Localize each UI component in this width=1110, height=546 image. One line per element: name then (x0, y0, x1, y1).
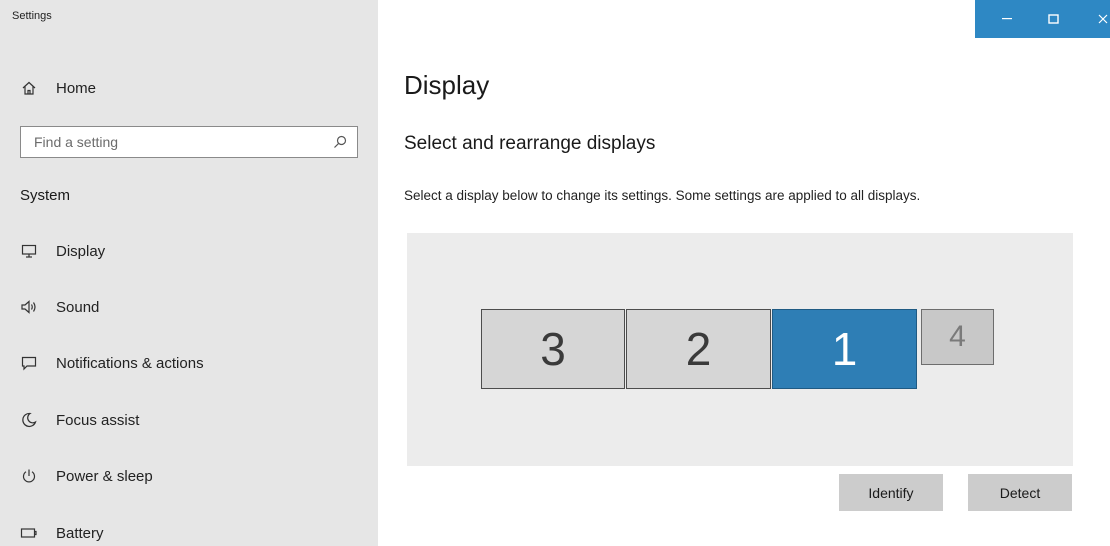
home-label: Home (56, 79, 97, 97)
sidebar-item-notifications[interactable]: Notifications & actions (20, 350, 204, 376)
sidebar-item-label: Power & sleep (56, 467, 153, 485)
sidebar-item-sound[interactable]: Sound (20, 294, 99, 320)
app-title: Settings (12, 10, 52, 22)
identify-button[interactable]: Identify (839, 474, 943, 511)
home-link[interactable]: Home (20, 76, 96, 100)
sidebar-item-battery[interactable]: Battery (20, 520, 104, 546)
description-text: Select a display below to change its set… (404, 188, 921, 203)
sidebar-item-label: Notifications & actions (56, 354, 204, 372)
home-icon (20, 79, 38, 97)
detect-button[interactable]: Detect (968, 474, 1072, 511)
sidebar-item-power-sleep[interactable]: Power & sleep (20, 463, 153, 489)
section-subtitle: Select and rearrange displays (404, 133, 656, 154)
display-3[interactable]: 3 (481, 309, 625, 389)
sidebar-item-focus-assist[interactable]: Focus assist (20, 407, 139, 433)
battery-icon (20, 524, 38, 542)
sidebar-item-label: Battery (56, 524, 104, 542)
display-4[interactable]: 4 (921, 309, 994, 365)
search-icon[interactable] (333, 135, 347, 154)
section-heading-system: System (20, 187, 71, 204)
search-input[interactable] (21, 127, 334, 157)
display-arrangement-area[interactable]: 3 2 1 4 (407, 233, 1073, 466)
sidebar-item-display[interactable]: Display (20, 238, 105, 264)
maximize-button[interactable] (1043, 0, 1063, 38)
moon-icon (20, 411, 38, 429)
close-button[interactable] (1095, 0, 1110, 38)
speaker-icon (20, 298, 38, 316)
sidebar-item-label: Focus assist (56, 411, 140, 429)
sidebar: Settings Home System Display (0, 0, 378, 546)
notification-icon (20, 354, 38, 372)
display-2[interactable]: 2 (626, 309, 771, 389)
page-title: Display (404, 70, 490, 100)
monitor-icon (20, 242, 38, 260)
minimize-button[interactable] (997, 0, 1017, 38)
sidebar-item-label: Sound (56, 298, 100, 316)
display-1[interactable]: 1 (772, 309, 917, 389)
power-icon (20, 467, 38, 485)
sidebar-item-label: Display (56, 242, 106, 260)
search-box[interactable] (20, 126, 358, 158)
window-controls (975, 0, 1110, 38)
